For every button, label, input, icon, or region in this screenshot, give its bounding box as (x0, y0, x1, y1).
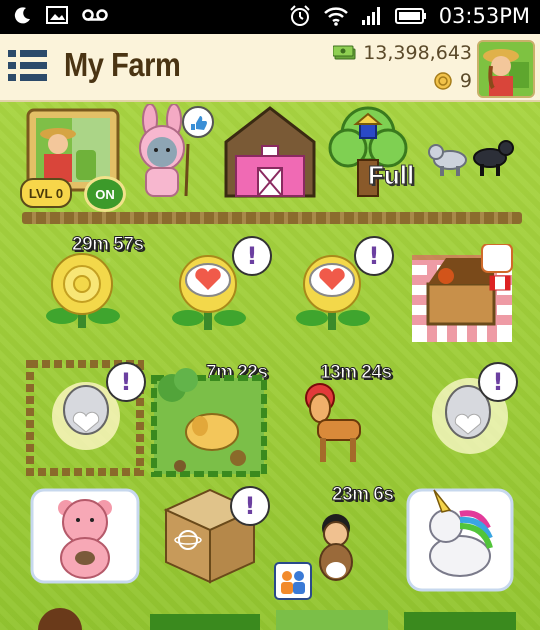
unicorn-plot[interactable] (404, 486, 516, 594)
bear-plot[interactable] (28, 486, 142, 586)
cash-display: 13,398,643 (333, 42, 472, 64)
farmer-on-toggle[interactable]: ON (84, 176, 126, 212)
alert-bubble-icon[interactable]: ! (106, 362, 146, 402)
picnic-basket-decoration[interactable] (410, 244, 514, 344)
menu-button[interactable] (6, 44, 50, 88)
bottom-row-items (38, 608, 516, 630)
dogs-animal[interactable] (428, 134, 516, 178)
fence-divider (22, 212, 522, 224)
farmer-level-badge[interactable]: LVL 0 (20, 178, 72, 208)
coins-display: 9 (434, 70, 472, 92)
alert-bubble-icon[interactable]: ! (354, 236, 394, 276)
coins-amount: 9 (459, 70, 472, 92)
barn-building[interactable] (222, 106, 318, 200)
player-avatar[interactable] (477, 40, 535, 98)
cash-icon (333, 45, 356, 60)
farmer-avatar-icon (479, 42, 533, 96)
alert-bubble-icon[interactable]: ! (230, 486, 270, 526)
monkey-animal[interactable] (306, 512, 368, 584)
status-left-icons (14, 6, 108, 24)
signal-icon (361, 7, 380, 25)
app-header: My Farm 13,398,643 9 (0, 34, 540, 102)
pet-timer-3: 23m 6s (331, 484, 394, 506)
yellow-rose-crop[interactable] (40, 250, 128, 336)
moon-icon (14, 7, 30, 24)
cash-amount: 13,398,643 (363, 42, 472, 64)
status-bar: 03:53PM (0, 0, 540, 34)
alert-bubble-icon[interactable]: ! (478, 362, 518, 402)
status-right: 03:53PM (289, 4, 530, 28)
list-menu-icon (8, 50, 47, 81)
alarm-icon (289, 5, 310, 26)
page-title: My Farm (64, 46, 181, 83)
dog-pen-plot[interactable] (150, 360, 268, 478)
horse-animal[interactable] (292, 380, 368, 466)
voicemail-icon (82, 9, 108, 21)
friends-icon[interactable] (274, 562, 312, 600)
image-icon (46, 6, 68, 24)
clock-text: 03:53PM (438, 4, 530, 28)
alert-bubble-icon[interactable]: ! (232, 236, 272, 276)
coin-icon (434, 72, 452, 90)
bunny-cat-animal[interactable] (124, 104, 220, 204)
tree-full-label: Full (367, 160, 415, 191)
battery-icon (394, 8, 426, 24)
wifi-icon (323, 7, 348, 26)
